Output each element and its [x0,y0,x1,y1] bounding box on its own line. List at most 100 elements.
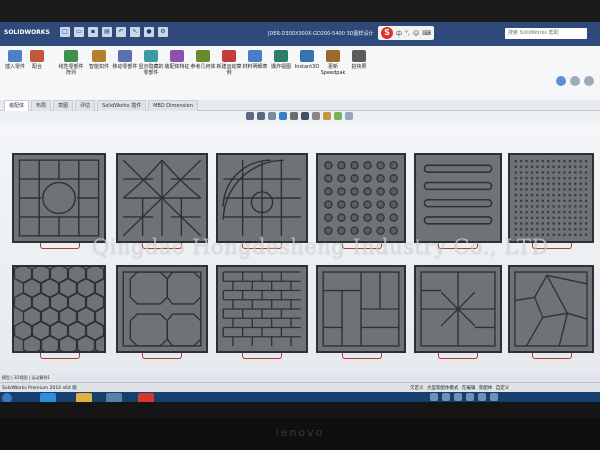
open-icon[interactable]: ▭ [74,27,84,37]
mold-tile-dot-grid[interactable] [316,153,406,243]
new-icon[interactable]: □ [60,27,70,37]
tray-icon[interactable] [490,393,498,401]
screen: SOLIDWORKS □ ▭ ▪ ▤ ↶ ↖ ● ⚙ JDER-D300X300… [0,22,600,402]
command-manager: 插入零件 配合 线性零部件阵列 智能扣件 移动零部件 显示隐藏的零部件 装配体特… [0,46,600,101]
ribbon-button-mate[interactable]: 配合 [24,50,50,70]
expand-icon[interactable] [584,76,594,86]
tile-pattern [324,161,398,235]
model-tab-labels[interactable]: 模型 | 3D视图 | 运动算例1 [2,375,50,381]
ime-toolbar[interactable]: S 中 °, ☺ ⌨ [378,26,434,40]
ribbon-button-snapshot[interactable]: 拍快照 [346,50,372,70]
ribbon-button-bill-of-materials[interactable]: 材料明细表 [242,50,268,70]
reference-geometry-icon [196,50,210,62]
move-component-icon [118,50,132,62]
assembly-features-icon [170,50,184,62]
tab-evaluate[interactable]: 评估 [75,100,96,111]
monitor-bezel-top [0,0,600,24]
undo-icon[interactable]: ↶ [116,27,126,37]
ime-item[interactable]: ☺ [413,30,419,37]
ie-icon[interactable] [40,393,56,402]
tile-pattern [222,159,301,236]
edit-appearance-icon[interactable] [323,112,331,120]
options-icon[interactable]: ⚙ [158,27,168,37]
mold-tile-brick[interactable] [216,265,308,353]
save-icon[interactable]: ▪ [88,27,98,37]
folder-icon[interactable] [106,393,122,402]
tray-icon[interactable] [478,393,486,401]
mold-tile-flagstone[interactable] [508,265,594,353]
ribbon-button-pattern[interactable]: 线性零部件阵列 [58,50,84,76]
mold-tile-basketweave[interactable] [316,265,406,353]
ime-item[interactable]: °, [405,30,410,37]
mold-handle [142,353,182,359]
heads-up-view-toolbar [246,112,353,122]
show-hidden-icon [144,50,158,62]
ribbon-button-motion-study[interactable]: 新建运动算例 [216,50,242,76]
mold-tile-long-bars[interactable] [414,153,502,243]
minimize-icon[interactable] [570,76,580,86]
help-search-input[interactable]: 搜索 SolidWorks 帮助 [505,28,587,39]
windows-taskbar [0,392,600,402]
status-editing: 在编辑 装配体 [461,386,493,391]
tab-sketch[interactable]: 草图 [53,100,74,111]
mold-tile-hexagon[interactable] [12,265,106,353]
tray-icon[interactable] [430,393,438,401]
hide-show-items-icon[interactable] [312,112,320,120]
zoom-area-icon[interactable] [257,112,265,120]
bom-icon [248,50,262,62]
ime-logo-icon: S [381,27,393,39]
graphics-area[interactable]: Qingdao Hongdesheng Industry Co., LTD [0,123,600,374]
ribbon-button-move-component[interactable]: 移动零部件 [112,50,138,70]
status-custom[interactable]: 自定义 [496,386,510,391]
mold-tile-fine-dots[interactable] [508,153,594,243]
product-version: SolidWorks Premium 2014 x64 版 [2,386,77,391]
apply-scene-icon[interactable] [334,112,342,120]
zoom-fit-icon[interactable] [246,112,254,120]
ribbon-button-assembly-features[interactable]: 装配体特征 [164,50,190,70]
mold-tile-star-diagonal[interactable] [116,153,208,243]
mold-tile-octagon[interactable] [116,265,208,353]
solidworks-taskbar-icon[interactable] [138,393,154,402]
explorer-icon[interactable] [76,393,92,402]
tray-icon[interactable] [454,393,462,401]
tab-mbd[interactable]: MBD Dimension [148,100,198,111]
print-icon[interactable]: ▤ [102,27,112,37]
select-icon[interactable]: ↖ [130,27,140,37]
exploded-view-icon [274,50,288,62]
mold-tile-arc-corner[interactable] [216,153,308,243]
help-icon[interactable] [556,76,566,86]
mold-tile-pinwheel[interactable] [414,265,502,353]
previous-view-icon[interactable] [268,112,276,120]
document-title: JDER-D300X300X-GD200-5400 3D图样设计 [268,31,374,37]
mold-tile-circle-grid[interactable] [12,153,106,243]
status-large-assembly[interactable]: 大型装配体模式 [427,386,459,391]
ime-item[interactable]: 中 [396,29,402,38]
rebuild-icon[interactable]: ● [144,27,154,37]
tray-icon[interactable] [466,393,474,401]
mate-icon [30,50,44,62]
model-tabs: 模型 | 3D视图 | 运动算例1 [0,374,600,382]
tab-layout[interactable]: 布局 [31,100,52,111]
app-logo: SOLIDWORKS [4,29,50,36]
system-tray [430,393,498,401]
start-icon[interactable] [2,393,12,402]
view-orientation-icon[interactable] [290,112,298,120]
ribbon-button-reference-geometry[interactable]: 参考几何体 [190,50,216,70]
view-settings-icon[interactable] [345,112,353,120]
ribbon-button-fasteners[interactable]: 智能扣件 [86,50,112,70]
display-style-icon[interactable] [301,112,309,120]
ribbon-button-show-hidden[interactable]: 显示隐藏的零部件 [138,50,164,76]
motion-study-icon [222,50,236,62]
tile-pattern [514,159,588,237]
tab-assembly[interactable]: 装配体 [4,100,30,111]
section-view-icon[interactable] [279,112,287,120]
ime-item[interactable]: ⌨ [422,30,431,37]
ribbon-button-speedpak[interactable]: 更新Speedpak [320,50,346,76]
tab-addins[interactable]: SolidWorks 插件 [97,100,147,111]
tile-pattern [14,267,104,351]
ribbon-button-instant3d[interactable]: Instant3D [294,50,320,70]
tray-icon[interactable] [442,393,450,401]
insert-component-icon [8,50,22,62]
instant3d-icon [300,50,314,62]
ribbon-button-exploded-view[interactable]: 爆炸视图 [268,50,294,70]
